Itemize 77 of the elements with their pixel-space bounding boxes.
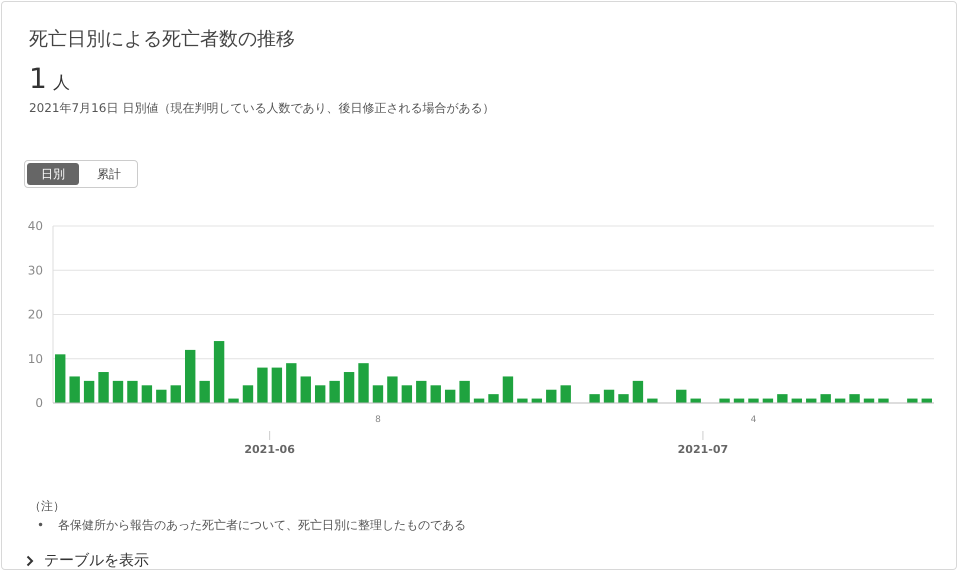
bar [185,350,196,403]
bar [444,390,456,403]
bar [402,385,412,403]
chevron-icon [26,554,34,566]
bar [762,398,774,403]
y-tick-label: 40 [28,219,43,233]
bar [632,380,644,403]
y-tick-label: 30 [28,263,43,278]
bar [214,341,224,403]
bar [142,385,152,403]
bar [719,398,730,403]
bar [372,385,384,403]
bar [55,354,66,403]
bar [604,390,614,403]
bar [170,385,181,403]
bar [127,380,138,403]
bar [834,398,846,403]
bar [849,394,860,403]
bar [272,368,282,403]
bar [69,376,80,403]
bar [459,380,470,403]
bar [112,380,124,403]
bar [532,398,542,403]
bar [387,376,398,403]
bar [676,390,686,403]
bar [748,398,759,403]
bar [864,398,874,403]
bar [228,398,239,403]
caption: 2021年7月16日 日別値（現在判明している人数であり、後日修正される場合がある） [29,100,496,117]
y-tick-label: 20 [28,308,43,322]
bar [517,398,528,403]
bar [242,385,254,403]
bar [416,380,426,403]
bar [792,398,802,403]
month-label: 2021-06 [244,443,295,456]
bar [300,376,311,403]
bar [546,390,556,403]
value: 1 [29,62,47,95]
bar [430,385,441,403]
unit: 人 [52,72,70,94]
note-text: 各保健所から報告のあった死亡者について、死亡日別に整理したものである [58,517,466,533]
bar [488,394,499,403]
x-tick-label: 4 [750,415,756,425]
x-tick-label: 8 [375,415,381,425]
bar [315,385,326,403]
bar [502,376,514,403]
bar [286,363,296,403]
bar [199,380,210,403]
bar [474,398,484,403]
bar [618,394,629,403]
bar [907,398,918,403]
bar [329,380,340,403]
bar [98,372,109,403]
bar [358,363,369,403]
y-tick-label: 10 [28,352,43,366]
month-label: 2021-07 [678,443,728,456]
toggle-option[interactable]: 日別 [27,163,79,185]
table-toggle[interactable]: テーブルを表示 [26,551,149,569]
y-tick-label: 0 [35,396,43,410]
toggle-option[interactable]: 累計 [83,163,135,185]
bar [777,394,788,403]
bar [156,390,167,403]
bar [560,385,571,403]
bar [690,398,701,403]
bar [257,368,268,403]
card-title: 死亡日別による死亡者数の推移 [29,27,296,52]
bar [820,394,831,403]
bar [878,398,889,403]
bar [647,398,658,403]
bar [84,380,94,403]
notes-heading: （注） [29,498,66,515]
bar [344,372,354,403]
bar [734,398,744,403]
bar [922,398,932,403]
bar [806,398,816,403]
bullet: • [37,517,44,533]
bar [589,394,600,403]
